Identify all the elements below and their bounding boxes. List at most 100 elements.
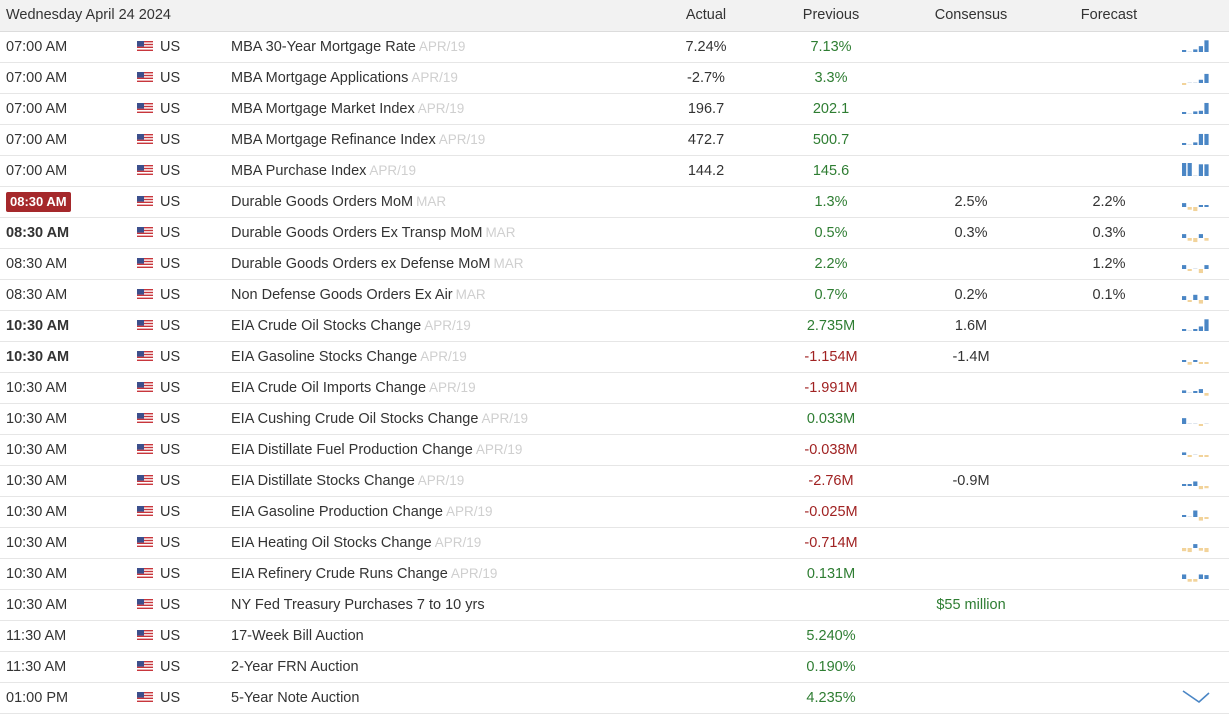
event-name[interactable]: EIA Heating Oil Stocks Change APR/19	[231, 528, 481, 558]
sparkline-chart-icon[interactable]	[1182, 125, 1210, 155]
event-name-link[interactable]: EIA Gasoline Stocks Change	[231, 349, 417, 365]
event-row[interactable]: 10:30 AM US EIA Heating Oil Stocks Change A…	[0, 528, 1229, 559]
event-row[interactable]: 01:00 PM US 5-Year Note Auction 4.235%	[0, 683, 1229, 714]
event-row[interactable]: 11:30 AM US 2-Year FRN Auction 0.190%	[0, 652, 1229, 683]
event-row[interactable]: 07:00 AM US MBA 30-Year Mortgage Rate APR/1…	[0, 32, 1229, 63]
event-name-link[interactable]: MBA Purchase Index	[231, 163, 366, 179]
sparkline-chart-icon[interactable]	[1182, 63, 1210, 93]
event-name-link[interactable]: 2-Year FRN Auction	[231, 659, 359, 675]
event-row[interactable]: 08:30 AM US Durable Goods Orders ex Defens…	[0, 249, 1229, 280]
sparkline-chart-icon[interactable]	[1182, 466, 1210, 496]
event-row[interactable]: 10:30 AM US EIA Cushing Crude Oil Stocks C…	[0, 404, 1229, 435]
event-name-link[interactable]: EIA Refinery Crude Runs Change	[231, 566, 448, 582]
sparkline-chart-icon[interactable]	[1182, 32, 1210, 62]
sparkline-chart-icon[interactable]	[1182, 683, 1210, 713]
event-name[interactable]: EIA Gasoline Production Change APR/19	[231, 497, 493, 527]
event-name-link[interactable]: Durable Goods Orders MoM	[231, 194, 413, 210]
sparkline-chart-icon[interactable]	[1182, 156, 1210, 186]
event-name[interactable]: EIA Gasoline Stocks Change APR/19	[231, 342, 467, 372]
event-country[interactable]: US	[160, 32, 180, 62]
sparkline-chart-icon[interactable]	[1182, 218, 1210, 248]
event-name-link[interactable]: NY Fed Treasury Purchases 7 to 10 yrs	[231, 597, 485, 613]
consensus-column-header[interactable]: Consensus	[900, 0, 1042, 32]
event-country[interactable]: US	[160, 590, 180, 620]
event-row[interactable]: 10:30 AM US EIA Gasoline Stocks Change APR/…	[0, 342, 1229, 373]
event-name-link[interactable]: MBA Mortgage Applications	[231, 70, 408, 86]
event-name-link[interactable]: Non Defense Goods Orders Ex Air	[231, 287, 453, 303]
sparkline-chart-icon[interactable]	[1182, 249, 1210, 279]
event-country[interactable]: US	[160, 187, 180, 217]
event-name[interactable]: Durable Goods Orders ex Defense MoM MAR	[231, 249, 524, 279]
event-name-link[interactable]: MBA 30-Year Mortgage Rate	[231, 39, 416, 55]
event-name[interactable]: EIA Distillate Stocks Change APR/19	[231, 466, 464, 496]
event-name-link[interactable]: Durable Goods Orders Ex Transp MoM	[231, 225, 482, 241]
event-country[interactable]: US	[160, 683, 180, 713]
event-country[interactable]: US	[160, 94, 180, 124]
sparkline-chart-icon[interactable]	[1182, 94, 1210, 124]
event-name[interactable]: EIA Crude Oil Imports Change APR/19	[231, 373, 476, 403]
event-name-link[interactable]: EIA Distillate Fuel Production Change	[231, 442, 473, 458]
event-country[interactable]: US	[160, 435, 180, 465]
event-row[interactable]: 10:30 AM US EIA Refinery Crude Runs Change…	[0, 559, 1229, 590]
event-country[interactable]: US	[160, 249, 180, 279]
event-name[interactable]: Durable Goods Orders MoM MAR	[231, 187, 446, 217]
event-name-link[interactable]: EIA Crude Oil Imports Change	[231, 380, 426, 396]
event-name[interactable]: MBA Mortgage Applications APR/19	[231, 63, 458, 93]
event-country[interactable]: US	[160, 466, 180, 496]
event-name-link[interactable]: MBA Mortgage Refinance Index	[231, 132, 436, 148]
event-name[interactable]: EIA Cushing Crude Oil Stocks Change APR/1…	[231, 404, 528, 434]
event-country[interactable]: US	[160, 63, 180, 93]
event-name[interactable]: 5-Year Note Auction	[231, 683, 359, 713]
event-country[interactable]: US	[160, 528, 180, 558]
event-row[interactable]: 08:30 AM US Non Defense Goods Orders Ex Ai…	[0, 280, 1229, 311]
event-name[interactable]: MBA Mortgage Market Index APR/19	[231, 94, 464, 124]
sparkline-chart-icon[interactable]	[1182, 559, 1210, 589]
event-name-link[interactable]: Durable Goods Orders ex Defense MoM	[231, 256, 491, 272]
event-name-link[interactable]: EIA Crude Oil Stocks Change	[231, 318, 421, 334]
event-name[interactable]: Non Defense Goods Orders Ex Air MAR	[231, 280, 486, 310]
sparkline-chart-icon[interactable]	[1182, 342, 1210, 372]
event-name[interactable]: 2-Year FRN Auction	[231, 652, 359, 682]
sparkline-chart-icon[interactable]	[1182, 373, 1210, 403]
event-country[interactable]: US	[160, 342, 180, 372]
event-name[interactable]: NY Fed Treasury Purchases 7 to 10 yrs	[231, 590, 485, 620]
event-name-link[interactable]: EIA Heating Oil Stocks Change	[231, 535, 432, 551]
event-country[interactable]: US	[160, 373, 180, 403]
actual-column-header[interactable]: Actual	[640, 0, 772, 32]
event-name-link[interactable]: MBA Mortgage Market Index	[231, 101, 415, 117]
event-row[interactable]: 10:30 AM US NY Fed Treasury Purchases 7 to…	[0, 590, 1229, 621]
event-name[interactable]: EIA Refinery Crude Runs Change APR/19	[231, 559, 497, 589]
event-name[interactable]: EIA Crude Oil Stocks Change APR/19	[231, 311, 471, 341]
event-country[interactable]: US	[160, 218, 180, 248]
event-row[interactable]: 07:00 AM US MBA Mortgage Market Index APR/1…	[0, 94, 1229, 125]
event-country[interactable]: US	[160, 280, 180, 310]
sparkline-chart-icon[interactable]	[1182, 187, 1210, 217]
sparkline-chart-icon[interactable]	[1182, 528, 1210, 558]
event-country[interactable]: US	[160, 621, 180, 651]
event-row[interactable]: 11:30 AM US 17-Week Bill Auction 5.240%	[0, 621, 1229, 652]
event-name-link[interactable]: EIA Gasoline Production Change	[231, 504, 443, 520]
event-row[interactable]: 07:00 AM US MBA Mortgage Applications APR/1…	[0, 63, 1229, 94]
event-country[interactable]: US	[160, 652, 180, 682]
event-country[interactable]: US	[160, 497, 180, 527]
event-row[interactable]: 08:30 AM US Durable Goods Orders Ex Transp…	[0, 218, 1229, 249]
event-row[interactable]: 07:00 AM US MBA Mortgage Refinance Index AP…	[0, 125, 1229, 156]
sparkline-chart-icon[interactable]	[1182, 311, 1210, 341]
previous-column-header[interactable]: Previous	[760, 0, 902, 32]
sparkline-chart-icon[interactable]	[1182, 280, 1210, 310]
event-row[interactable]: 10:30 AM US EIA Distillate Fuel Production…	[0, 435, 1229, 466]
event-row[interactable]: 10:30 AM US EIA Gasoline Production Change…	[0, 497, 1229, 528]
event-name[interactable]: MBA 30-Year Mortgage Rate APR/19	[231, 32, 465, 62]
sparkline-chart-icon[interactable]	[1182, 497, 1210, 527]
event-row[interactable]: 10:30 AM US EIA Crude Oil Imports Change AP…	[0, 373, 1229, 404]
event-name[interactable]: MBA Mortgage Refinance Index APR/19	[231, 125, 485, 155]
event-name-link[interactable]: 5-Year Note Auction	[231, 690, 359, 706]
event-name-link[interactable]: EIA Cushing Crude Oil Stocks Change	[231, 411, 478, 427]
forecast-column-header[interactable]: Forecast	[1040, 0, 1178, 32]
event-country[interactable]: US	[160, 559, 180, 589]
event-name[interactable]: MBA Purchase Index APR/19	[231, 156, 416, 186]
event-name[interactable]: 17-Week Bill Auction	[231, 621, 364, 651]
event-name[interactable]: Durable Goods Orders Ex Transp MoM MAR	[231, 218, 515, 248]
event-country[interactable]: US	[160, 125, 180, 155]
event-name-link[interactable]: EIA Distillate Stocks Change	[231, 473, 415, 489]
